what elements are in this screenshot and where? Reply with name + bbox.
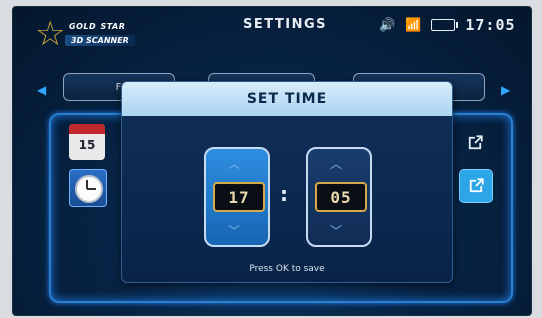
save-hint: Press OK to save	[249, 264, 325, 274]
screen: ☆ GOLD STAR 3D SCANNER SETTINGS 🔊 📶 17:0…	[12, 6, 532, 316]
dialog-title: SET TIME	[122, 82, 452, 116]
minute-spinner[interactable]: ︿ 05 ﹀	[306, 147, 372, 247]
time-separator: :	[280, 182, 288, 206]
calendar-icon: 15	[69, 124, 105, 160]
hour-value: 17	[213, 182, 265, 212]
external-edit-icon	[469, 178, 484, 193]
logo-text: GOLD STAR	[69, 22, 126, 31]
wifi-icon: 📶	[405, 17, 422, 33]
edit-date-button[interactable]	[459, 127, 491, 159]
chevron-down-icon[interactable]: ﹀	[330, 222, 342, 239]
page-title: SETTINGS	[243, 17, 328, 32]
external-edit-icon	[468, 135, 483, 150]
chevron-up-icon[interactable]: ︿	[330, 155, 342, 172]
chevron-down-icon[interactable]: ﹀	[228, 222, 240, 239]
tabs-right-arrow-icon[interactable]: ▶	[501, 83, 510, 97]
chevron-up-icon[interactable]: ︿	[228, 155, 240, 172]
speaker-icon: 🔊	[379, 17, 396, 33]
minute-value: 05	[315, 182, 367, 212]
battery-icon	[431, 19, 459, 31]
device-frame: ☆ GOLD STAR 3D SCANNER SETTINGS 🔊 📶 17:0…	[0, 0, 542, 318]
brand-logo: ☆ GOLD STAR 3D SCANNER	[35, 15, 145, 53]
hour-spinner[interactable]: ︿ 17 ﹀	[204, 147, 270, 247]
status-clock: 17:05	[465, 16, 516, 34]
clock-icon	[69, 169, 107, 207]
star-icon: ☆	[35, 14, 66, 54]
set-time-dialog: SET TIME ︿ 17 ﹀ : ︿ 05 ﹀ Press OK to sav…	[121, 81, 453, 283]
tabs-left-arrow-icon[interactable]: ◀	[37, 83, 46, 97]
edit-time-button[interactable]	[459, 169, 493, 203]
status-bar: 🔊 📶 17:05	[379, 15, 516, 35]
logo-subtext: 3D SCANNER	[65, 35, 135, 46]
calendar-day: 15	[78, 138, 96, 152]
